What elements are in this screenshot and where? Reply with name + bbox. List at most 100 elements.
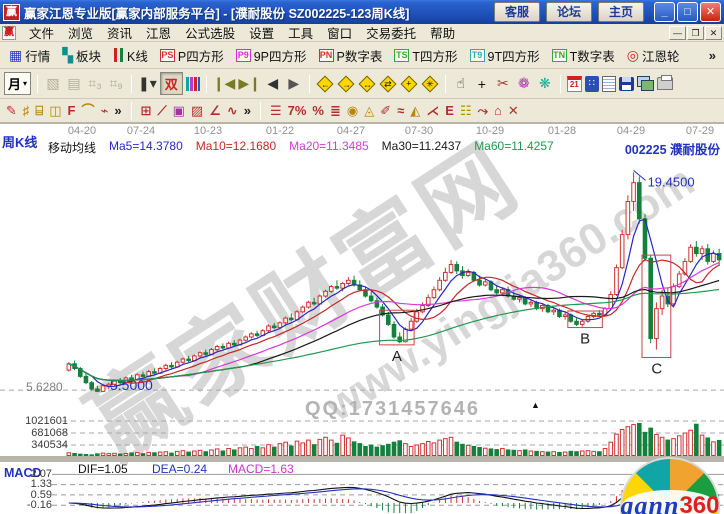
gann360-logo: gann360 [620, 457, 720, 514]
t-square-button-icon: TS [394, 49, 409, 62]
zigzag-tool-icon[interactable]: ∿ [227, 102, 238, 120]
menu-item-1[interactable]: 文件 [22, 22, 61, 43]
compress-horizontal-icon[interactable]: ⇄ [379, 75, 396, 92]
gann-circle-tool-icon[interactable]: ◉ [347, 102, 358, 120]
menu-item-8[interactable]: 窗口 [320, 22, 359, 43]
t-number-table-button[interactable]: TNT数字表 [547, 44, 620, 67]
9t-square-button[interactable]: T99T四方形 [465, 44, 545, 67]
gold-triangle-tool-icon[interactable]: ◬ [364, 102, 374, 120]
save-icon[interactable] [619, 77, 634, 91]
pan-left-icon[interactable]: ← [316, 75, 333, 92]
ma-legend-title: 移动均线 [48, 139, 96, 156]
menu-item-6[interactable]: 设置 [242, 22, 281, 43]
p-number-table-button[interactable]: PNP数字表 [314, 44, 388, 67]
hand-tool-icon[interactable]: ☝ [452, 74, 470, 94]
gold-triangle2-tool-icon[interactable]: ◭ [410, 102, 420, 120]
chevron-down-icon: ▾ [23, 79, 27, 88]
last-bar-icon[interactable]: ▶❙ [238, 74, 261, 94]
cross-x-tool-icon[interactable]: ✕ [508, 102, 519, 120]
customer-service-button[interactable]: 客服 [494, 2, 540, 22]
knot-tool-icon[interactable]: ❁ [515, 74, 533, 94]
menu-item-5[interactable]: 公式选股 [178, 22, 242, 43]
speedline-tool-icon[interactable]: ⋌ [426, 102, 439, 120]
quotes-button[interactable]: ▦行情 [4, 44, 55, 67]
ladder-tool-icon[interactable]: ☰ [270, 102, 282, 120]
dual-screen-icon[interactable] [637, 76, 654, 91]
prev-bar-icon[interactable]: ◀ [264, 74, 282, 94]
svg-text:C: C [651, 360, 662, 377]
kline-button-label: K线 [127, 46, 148, 65]
gann-grid-tool-icon[interactable]: ⌸ [35, 102, 43, 120]
trendline-tool-icon[interactable]: ∠ [209, 102, 221, 120]
gold-gate-tool-icon[interactable]: ◫ [49, 102, 61, 120]
levels-tool-icon[interactable]: ≣ [330, 102, 341, 120]
period-month-button[interactable]: 月▾ [4, 72, 31, 95]
expand-horizontal-icon[interactable]: ↔ [358, 75, 375, 92]
kline-button[interactable]: K线 [108, 44, 153, 67]
zoom-in-icon[interactable]: + [400, 75, 417, 92]
homepage-button[interactable]: 主页 [598, 2, 644, 22]
crosshair-icon[interactable]: + [473, 74, 491, 94]
hatch-tool-icon[interactable]: ♯ [23, 102, 30, 120]
color-bars-icon[interactable] [186, 77, 200, 91]
menu-item-2[interactable]: 浏览 [61, 22, 100, 43]
p-square-button[interactable]: PSP四方形 [155, 44, 229, 67]
kline-chart-canvas[interactable]: 5.5000ABC19.4500▲ [0, 124, 724, 514]
menu-item-9[interactable]: 交易委托 [359, 22, 423, 43]
toolbar-overflow-icon[interactable]: » [244, 102, 251, 120]
menu-item-10[interactable]: 帮助 [423, 22, 462, 43]
hexagram-tool-icon[interactable]: ☷ [460, 102, 472, 120]
scissors-icon[interactable]: ✂ [494, 74, 512, 94]
minimize-button[interactable]: _ [654, 2, 675, 22]
ma-legend-item: Ma10=12.1680 [196, 139, 276, 156]
candle-style-button[interactable]: ❚▾ [138, 74, 157, 94]
fibonacci-tool-icon[interactable]: F [68, 102, 76, 120]
toolbar-overflow-icon[interactable]: » [114, 102, 121, 120]
seven-percent-tool-icon[interactable]: 7% [288, 102, 307, 120]
svg-text:B: B [580, 331, 590, 348]
chart-area[interactable]: 赢家财富网 www.yingjia360.com QQ:1731457646 5… [0, 124, 724, 514]
sectors-button[interactable]: ▚板块 [57, 44, 106, 67]
calendar-icon[interactable]: 21 [567, 76, 582, 92]
t-square-button[interactable]: TST四方形 [389, 44, 462, 67]
close-button[interactable]: ✕ [700, 2, 721, 22]
red-box-tool-icon[interactable]: ▨ [191, 102, 203, 120]
9p-square-button[interactable]: P99P四方形 [231, 44, 312, 67]
arc-tool-icon[interactable]: ⌒ [81, 102, 94, 120]
forum-button[interactable]: 论坛 [546, 2, 592, 22]
application-window: 赢 赢家江恩专业版[赢家内部服务平台] - [濮耐股份 SZ002225-123… [0, 0, 724, 514]
square-ruler-tool-icon[interactable]: ⊞ [141, 102, 152, 120]
purple-box-tool-icon[interactable]: ▣ [173, 102, 185, 120]
first-bar-icon[interactable]: ❙◀ [213, 74, 236, 94]
broom-tool-icon[interactable]: ⌁ [100, 102, 108, 120]
toolbar-overflow-icon[interactable]: » [709, 48, 720, 63]
e-model-tool-icon[interactable]: E [445, 102, 454, 120]
menu-item-7[interactable]: 工具 [281, 22, 320, 43]
print-icon[interactable] [657, 77, 673, 90]
wave-tool-icon[interactable]: ≈ [397, 102, 404, 120]
dual-chart-button[interactable]: 双 [160, 72, 183, 95]
menu-item-4[interactable]: 江恩 [139, 22, 178, 43]
next-bar-icon[interactable]: ▶ [285, 74, 303, 94]
ma-legend-item: Ma30=11.2437 [382, 139, 462, 156]
notepad-icon[interactable] [602, 76, 616, 92]
minute9-view-icon: ⌗₉ [107, 74, 125, 94]
maximize-button[interactable]: □ [677, 2, 698, 22]
gann-fan-tool-icon[interactable]: ⟋ [157, 102, 166, 120]
percent-tool-icon[interactable]: % [312, 102, 324, 120]
pen-tool-icon[interactable]: ✎ [6, 102, 17, 120]
arrow-curve-tool-icon[interactable]: ⤳ [478, 102, 488, 120]
zoom-out-icon[interactable]: ✳ [421, 75, 438, 92]
calculator-icon[interactable]: ∷ [585, 76, 599, 92]
mdi-minimize-button[interactable]: — [669, 26, 686, 40]
ribbon-tool-icon[interactable]: ❋ [536, 74, 554, 94]
mdi-restore-button[interactable]: ❐ [687, 26, 704, 40]
9p-square-button-label: 9P四方形 [254, 46, 307, 65]
house-tool-icon[interactable]: ⌂ [494, 102, 502, 120]
pan-right-icon[interactable]: → [337, 75, 354, 92]
brush2-tool-icon[interactable]: ✐ [380, 102, 391, 120]
mdi-close-button[interactable]: ✕ [705, 26, 722, 40]
9t-square-button-label: 9T四方形 [488, 46, 540, 65]
menu-item-3[interactable]: 资讯 [100, 22, 139, 43]
gann-wheel-button[interactable]: ◎江恩轮 [622, 44, 685, 67]
